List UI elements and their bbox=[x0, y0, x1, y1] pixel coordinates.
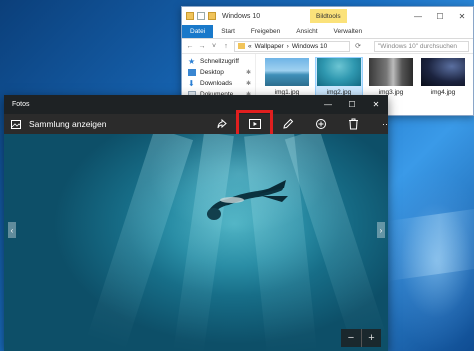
quick-access-toolbar bbox=[182, 12, 216, 20]
folder-icon bbox=[186, 12, 194, 20]
enhance-icon bbox=[315, 119, 326, 129]
path-separator-icon: › bbox=[286, 42, 289, 50]
back-arrow-icon[interactable]: ← bbox=[186, 43, 194, 50]
app-title: Fotos bbox=[12, 101, 30, 108]
explorer-titlebar: Windows 10 Bildtools — ☐ ✕ bbox=[182, 7, 473, 25]
tab-datei[interactable]: Datei bbox=[182, 25, 214, 38]
photos-window-controls: — ☐ ✕ bbox=[316, 95, 388, 114]
refresh-icon[interactable]: ⟳ bbox=[354, 42, 362, 50]
edit-pencil-icon bbox=[282, 118, 293, 129]
more-icon: ··· bbox=[382, 119, 388, 129]
nav-item-label: Schnellzugriff bbox=[200, 58, 239, 65]
tab-verwalten[interactable]: Verwalten bbox=[326, 25, 371, 38]
zoom-controls: − + bbox=[341, 329, 381, 347]
more-button[interactable]: ··· bbox=[370, 114, 388, 134]
path-part-wallpaper[interactable]: Wallpaper bbox=[255, 43, 284, 50]
photos-toolbar: Sammlung anzeigen ·· bbox=[4, 110, 388, 138]
diver-figure bbox=[207, 180, 288, 220]
nav-item-label: Desktop bbox=[200, 69, 224, 76]
edit-button[interactable] bbox=[271, 114, 304, 134]
close-button[interactable]: ✕ bbox=[364, 95, 388, 114]
nav-item-downloads[interactable]: ⬇ Downloads ✱ bbox=[188, 78, 255, 89]
file-item-img4[interactable]: img4.jpg bbox=[420, 58, 466, 116]
path-part-windows10[interactable]: Windows 10 bbox=[292, 43, 327, 50]
pin-icon: ✱ bbox=[245, 70, 251, 76]
chevron-down-icon[interactable]: ˅ bbox=[210, 43, 218, 50]
show-collection-button[interactable]: Sammlung anzeigen bbox=[4, 119, 107, 129]
slideshow-icon bbox=[248, 119, 261, 129]
minimize-button[interactable]: — bbox=[316, 95, 340, 114]
collection-label: Sammlung anzeigen bbox=[29, 119, 107, 129]
search-field[interactable]: "Windows 10" durchsuchen bbox=[374, 40, 469, 52]
zoom-in-button[interactable]: + bbox=[361, 329, 381, 347]
share-icon bbox=[217, 118, 227, 129]
tab-ansicht[interactable]: Ansicht bbox=[288, 25, 325, 38]
file-name: img4.jpg bbox=[430, 89, 456, 96]
forward-arrow-icon[interactable]: → bbox=[198, 43, 206, 50]
address-path[interactable]: « Wallpaper › Windows 10 bbox=[234, 40, 350, 52]
maximize-button[interactable]: ☐ bbox=[340, 95, 364, 114]
share-button[interactable] bbox=[205, 114, 238, 134]
desktop-wallpaper-beam bbox=[388, 208, 474, 282]
next-photo-button[interactable]: › bbox=[377, 222, 385, 238]
nav-item-label: Downloads bbox=[200, 80, 233, 87]
pin-icon: ✱ bbox=[245, 81, 251, 87]
tab-freigeben[interactable]: Freigeben bbox=[243, 25, 288, 38]
explorer-window-controls: — ☐ ✕ bbox=[407, 7, 473, 25]
photos-window: Fotos — ☐ ✕ Sammlung anzeigen ·· ‹ › − + bbox=[4, 95, 388, 351]
ribbon-tabs: Datei Start Freigeben Ansicht Verwalten bbox=[182, 25, 473, 39]
tool-context-tab: Bildtools bbox=[310, 9, 347, 23]
slideshow-button[interactable] bbox=[236, 110, 273, 138]
desktop-icon bbox=[188, 69, 196, 76]
photos-titlebar: Fotos — ☐ ✕ bbox=[4, 95, 388, 114]
previous-photo-button[interactable]: ‹ bbox=[8, 222, 16, 238]
up-arrow-icon[interactable]: ↑ bbox=[222, 43, 230, 50]
image-thumbnail bbox=[421, 58, 465, 86]
minimize-button[interactable]: — bbox=[407, 7, 429, 25]
star-icon: ★ bbox=[188, 57, 196, 66]
folder-icon[interactable] bbox=[208, 12, 216, 20]
nav-item-schnellzugriff[interactable]: ★ Schnellzugriff bbox=[188, 56, 255, 67]
checkbox-icon[interactable] bbox=[197, 12, 205, 20]
image-thumbnail bbox=[369, 58, 413, 86]
path-prefix: « bbox=[248, 42, 252, 50]
enhance-button[interactable] bbox=[304, 114, 337, 134]
tab-start[interactable]: Start bbox=[213, 25, 243, 38]
address-bar-row: ← → ˅ ↑ « Wallpaper › Windows 10 ⟳ "Wind… bbox=[182, 39, 473, 54]
collection-icon bbox=[11, 119, 21, 129]
delete-button[interactable] bbox=[337, 114, 370, 134]
photo-viewer[interactable]: ‹ › − + bbox=[4, 134, 388, 351]
delete-icon bbox=[349, 118, 358, 130]
image-tools: ··· bbox=[205, 110, 388, 138]
chevron-left-icon: ‹ bbox=[10, 225, 14, 235]
folder-icon bbox=[238, 43, 245, 49]
download-icon: ⬇ bbox=[188, 79, 195, 88]
image-thumbnail bbox=[265, 58, 309, 86]
explorer-title: Windows 10 bbox=[222, 12, 261, 20]
nav-item-desktop[interactable]: Desktop ✱ bbox=[188, 67, 255, 78]
maximize-button[interactable]: ☐ bbox=[429, 7, 451, 25]
close-button[interactable]: ✕ bbox=[451, 7, 473, 25]
zoom-out-button[interactable]: − bbox=[341, 329, 361, 347]
chevron-right-icon: › bbox=[379, 225, 383, 235]
image-thumbnail bbox=[317, 58, 361, 86]
